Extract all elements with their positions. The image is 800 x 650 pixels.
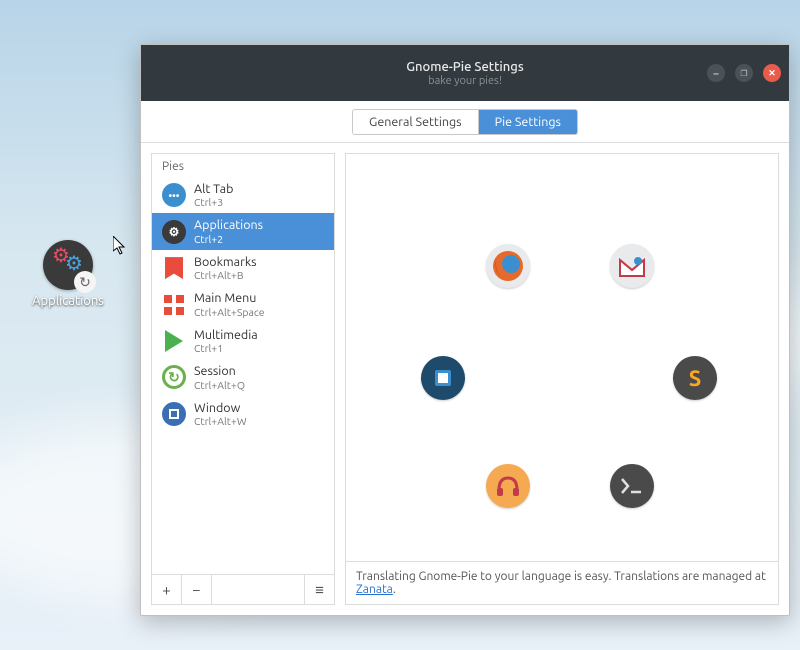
maximize-button[interactable] [735,64,753,82]
firefox-icon [491,249,525,283]
pie-preview-area[interactable]: S [346,154,778,561]
sidebar-item-label: Bookmarks [194,255,257,269]
zanata-link[interactable]: Zanata [356,583,393,596]
sidebar-item-shortcut: Ctrl+Alt+B [194,269,257,281]
remove-pie-button[interactable]: − [182,575,212,604]
mail-icon [618,254,646,278]
add-pie-button[interactable]: + [152,575,182,604]
sidebar-item-label: Main Menu [194,291,265,305]
slice-firefox[interactable] [486,244,530,288]
sidebar-item-bookmarks[interactable]: BookmarksCtrl+Alt+B [152,250,334,286]
gears-icon: ↻ [43,240,93,290]
sidebar-item-multimedia[interactable]: MultimediaCtrl+1 [152,323,334,359]
pies-list: ••• Alt TabCtrl+3 ⚙ ApplicationsCtrl+2 B… [152,177,334,574]
screenshot-icon [432,367,454,389]
sidebar-item-main-menu[interactable]: Main MenuCtrl+Alt+Space [152,286,334,322]
pies-sidebar: Pies ••• Alt TabCtrl+3 ⚙ ApplicationsCtr… [151,153,335,605]
toolbar-spacer [212,575,304,604]
sidebar-item-label: Session [194,364,245,378]
status-bar: Translating Gnome-Pie to your language i… [346,561,778,604]
sidebar-item-shortcut: Ctrl+Alt+Space [194,306,265,318]
slice-mail[interactable] [610,244,654,288]
mouse-cursor-icon [113,236,129,259]
sidebar-item-label: Window [194,401,247,415]
sidebar-item-alt-tab[interactable]: ••• Alt TabCtrl+3 [152,177,334,213]
play-icon [162,329,186,353]
slice-sublime[interactable]: S [673,356,717,400]
titlebar[interactable]: Gnome-Pie Settings bake your pies! [141,45,789,101]
sidebar-item-label: Multimedia [194,328,258,342]
sidebar-item-shortcut: Ctrl+Alt+Q [194,379,245,391]
applications-icon: ⚙ [162,220,186,244]
sublime-icon: S [689,366,702,391]
sidebar-item-session[interactable]: ↻ SessionCtrl+Alt+Q [152,359,334,395]
desktop-launcher[interactable]: ↻ Applications [28,240,108,308]
settings-window: Gnome-Pie Settings bake your pies! Gener… [140,44,790,616]
sidebar-header: Pies [152,154,334,177]
tab-pie-settings[interactable]: Pie Settings [478,110,577,134]
desktop-launcher-label: Applications [28,294,108,308]
slice-headphones[interactable] [486,464,530,508]
minimize-button[interactable] [707,64,725,82]
alt-tab-icon: ••• [162,183,186,207]
status-text-prefix: Translating Gnome-Pie to your language i… [356,570,766,583]
sidebar-item-label: Alt Tab [194,182,233,196]
pie-editor-pane: S Translating Gnome-Pie to your language… [345,153,779,605]
sidebar-item-label: Applications [194,218,263,232]
main-menu-icon [162,293,186,317]
sidebar-item-shortcut: Ctrl+Alt+W [194,415,247,427]
terminal-icon [620,477,644,495]
session-icon: ↻ [162,365,186,389]
sidebar-item-shortcut: Ctrl+1 [194,342,258,354]
headphones-icon [495,474,521,498]
sidebar-toolbar: + − ≡ [152,574,334,604]
tab-bar: General Settings Pie Settings [141,101,789,143]
refresh-badge-icon: ↻ [74,271,96,293]
window-subtitle: bake your pies! [428,75,502,87]
sidebar-item-window[interactable]: WindowCtrl+Alt+W [152,396,334,432]
sidebar-item-shortcut: Ctrl+3 [194,196,233,208]
slice-screenshot[interactable] [421,356,465,400]
status-text-suffix: . [393,583,396,596]
window-title: Gnome-Pie Settings [406,60,523,74]
close-button[interactable] [763,64,781,82]
slice-terminal[interactable] [610,464,654,508]
sidebar-item-shortcut: Ctrl+2 [194,233,263,245]
tab-general-settings[interactable]: General Settings [353,110,478,134]
window-icon [162,402,186,426]
bookmark-icon [162,256,186,280]
sidebar-menu-button[interactable]: ≡ [304,575,334,604]
sidebar-item-applications[interactable]: ⚙ ApplicationsCtrl+2 [152,213,334,249]
